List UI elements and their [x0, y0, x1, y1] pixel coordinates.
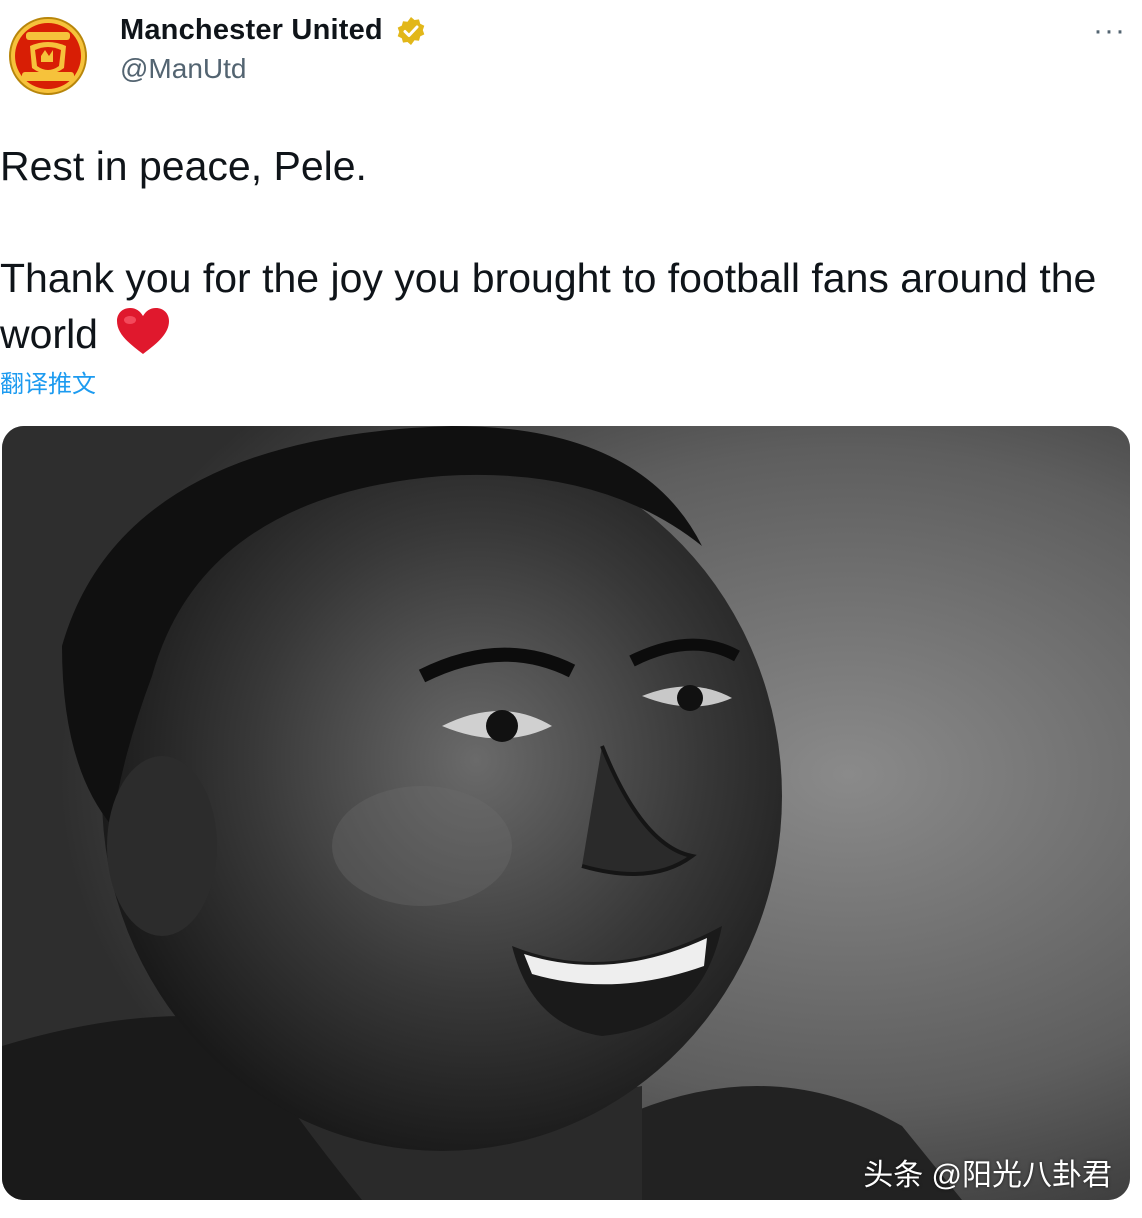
tweet-header: Manchester United @ManUtd ···	[0, 0, 1142, 110]
author-names: Manchester United @ManUtd	[120, 14, 427, 85]
author-avatar[interactable]	[8, 16, 88, 96]
tweet-photo[interactable]: 头条 @阳光八卦君	[2, 426, 1130, 1200]
tweet-text-line1: Rest in peace, Pele.	[0, 143, 367, 189]
manutd-crest-icon	[9, 17, 87, 95]
red-heart-icon	[117, 308, 170, 354]
photo-watermark: 头条 @阳光八卦君	[863, 1159, 1112, 1192]
more-options-button[interactable]: ···	[1093, 14, 1126, 48]
portrait-photo	[2, 426, 1130, 1200]
author-display-name[interactable]: Manchester United	[120, 14, 383, 47]
verified-gold-badge-icon	[397, 16, 425, 45]
author-handle[interactable]: @ManUtd	[120, 53, 427, 85]
tweet-text: Rest in peace, Pele. Thank you for the j…	[0, 138, 1120, 362]
translate-tweet-link[interactable]: 翻译推文	[0, 364, 96, 399]
tweet-text-line2-wrapper: Thank you for the joy you brought to foo…	[0, 250, 1120, 362]
